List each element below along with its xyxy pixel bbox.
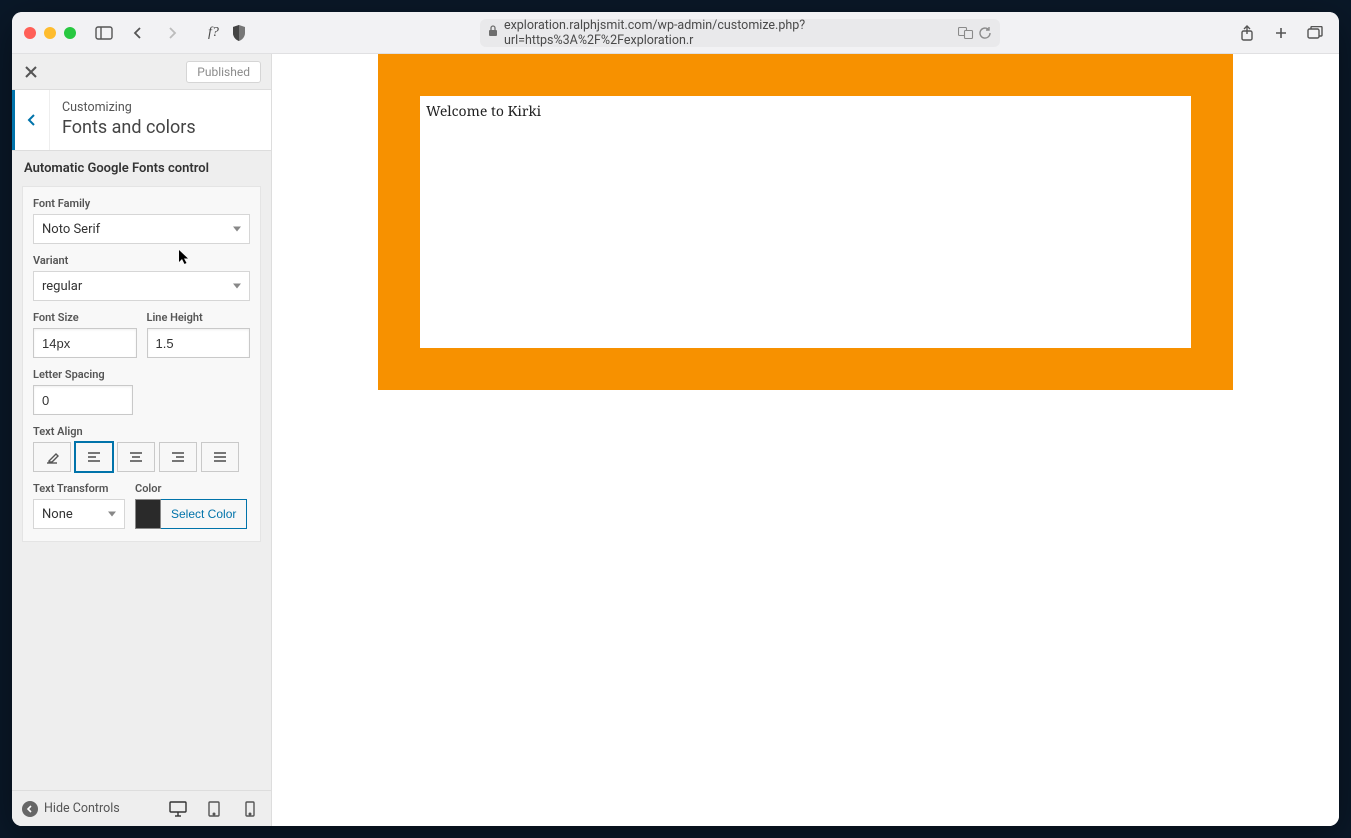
select-color-button[interactable]: Select Color xyxy=(161,499,247,529)
chevron-left-icon xyxy=(133,26,143,40)
sidebar-footer: Hide Controls xyxy=(12,790,271,826)
line-height-input[interactable] xyxy=(147,328,251,358)
device-desktop-button[interactable] xyxy=(167,798,189,820)
desktop-icon xyxy=(169,801,187,817)
preview-pane: Welcome to Kirki xyxy=(272,54,1339,826)
window-minimize-icon[interactable] xyxy=(44,27,56,39)
chevron-down-icon xyxy=(233,227,241,232)
eraser-icon xyxy=(44,449,60,465)
align-justify-icon xyxy=(212,449,228,465)
address-bar-wrap: exploration.ralphjsmit.com/wp-admin/cust… xyxy=(261,19,1219,47)
hide-controls-button[interactable]: Hide Controls xyxy=(22,801,120,817)
preview-heading: Welcome to Kirki xyxy=(426,102,1185,121)
share-button[interactable] xyxy=(1235,21,1259,45)
plus-icon xyxy=(1274,26,1288,40)
traffic-lights xyxy=(24,27,76,39)
text-align-label: Text Align xyxy=(33,425,250,438)
shield-button[interactable] xyxy=(227,21,251,45)
tabs-icon xyxy=(1307,26,1323,40)
align-justify-button[interactable] xyxy=(201,442,239,472)
device-tablet-button[interactable] xyxy=(203,798,225,820)
tabs-overview-button[interactable] xyxy=(1303,21,1327,45)
controls-title: Automatic Google Fonts control xyxy=(12,151,271,186)
variant-label: Variant xyxy=(33,254,250,267)
collapse-icon xyxy=(22,801,38,817)
font-family-select[interactable]: Noto Serif xyxy=(33,214,250,244)
text-transform-select[interactable]: None xyxy=(33,499,125,529)
align-right-icon xyxy=(170,449,186,465)
sidebar-toggle-button[interactable] xyxy=(92,21,116,45)
browser-window: f? exploration.ralphjsmit.com/wp-admin/c… xyxy=(12,12,1339,826)
font-family-value: Noto Serif xyxy=(42,222,100,237)
chevron-right-icon xyxy=(167,26,177,40)
preview-hero: Welcome to Kirki xyxy=(378,54,1233,390)
share-icon xyxy=(1240,25,1254,41)
device-mobile-button[interactable] xyxy=(239,798,261,820)
align-center-button[interactable] xyxy=(117,442,155,472)
letter-spacing-input[interactable] xyxy=(33,385,133,415)
sidebar-top: Published xyxy=(12,54,271,90)
window-close-icon[interactable] xyxy=(24,27,36,39)
sidebar-icon xyxy=(95,26,113,40)
lock-icon xyxy=(488,25,498,41)
address-url: exploration.ralphjsmit.com/wp-admin/cust… xyxy=(504,18,952,48)
workspace: Published Customizing Fonts and colors A… xyxy=(12,54,1339,826)
publish-status[interactable]: Published xyxy=(186,61,261,83)
preview-content: Welcome to Kirki xyxy=(420,96,1191,348)
new-tab-button[interactable] xyxy=(1269,21,1293,45)
section-header: Customizing Fonts and colors xyxy=(12,90,271,151)
variant-value: regular xyxy=(42,279,82,294)
color-label: Color xyxy=(135,482,247,495)
align-left-icon xyxy=(86,449,102,465)
align-left-button[interactable] xyxy=(75,442,113,472)
font-family-label: Font Family xyxy=(33,197,250,210)
device-switcher xyxy=(167,798,261,820)
chevron-down-icon xyxy=(108,512,116,517)
nav-back-button[interactable] xyxy=(126,21,150,45)
section-title: Fonts and colors xyxy=(62,117,259,138)
shield-icon xyxy=(232,25,246,41)
nav-forward-button[interactable] xyxy=(160,21,184,45)
font-size-input[interactable] xyxy=(33,328,137,358)
line-height-label: Line Height xyxy=(147,311,251,324)
section-eyebrow: Customizing xyxy=(62,100,259,115)
color-swatch[interactable] xyxy=(135,499,161,529)
close-icon xyxy=(24,65,38,79)
align-right-button[interactable] xyxy=(159,442,197,472)
translate-icon[interactable] xyxy=(958,27,974,39)
align-none-button[interactable] xyxy=(33,442,71,472)
hide-controls-label: Hide Controls xyxy=(44,801,120,816)
letter-spacing-label: Letter Spacing xyxy=(33,368,133,381)
window-zoom-icon[interactable] xyxy=(64,27,76,39)
text-transform-value: None xyxy=(42,507,73,522)
font-query-icon: f? xyxy=(208,25,219,41)
controls-panel: Font Family Noto Serif Variant regular xyxy=(22,186,261,542)
close-customizer-button[interactable] xyxy=(20,61,42,83)
align-center-icon xyxy=(128,449,144,465)
chevron-down-icon xyxy=(233,284,241,289)
mobile-icon xyxy=(245,801,255,817)
titlebar: f? exploration.ralphjsmit.com/wp-admin/c… xyxy=(12,12,1339,54)
address-bar[interactable]: exploration.ralphjsmit.com/wp-admin/cust… xyxy=(480,19,1000,47)
customizer-sidebar: Published Customizing Fonts and colors A… xyxy=(12,54,272,826)
chevron-left-icon xyxy=(27,112,37,128)
back-button[interactable] xyxy=(12,90,50,150)
font-size-label: Font Size xyxy=(33,311,137,324)
reload-icon[interactable] xyxy=(978,26,992,40)
text-transform-label: Text Transform xyxy=(33,482,125,495)
tablet-icon xyxy=(207,801,221,817)
variant-select[interactable]: regular xyxy=(33,271,250,301)
